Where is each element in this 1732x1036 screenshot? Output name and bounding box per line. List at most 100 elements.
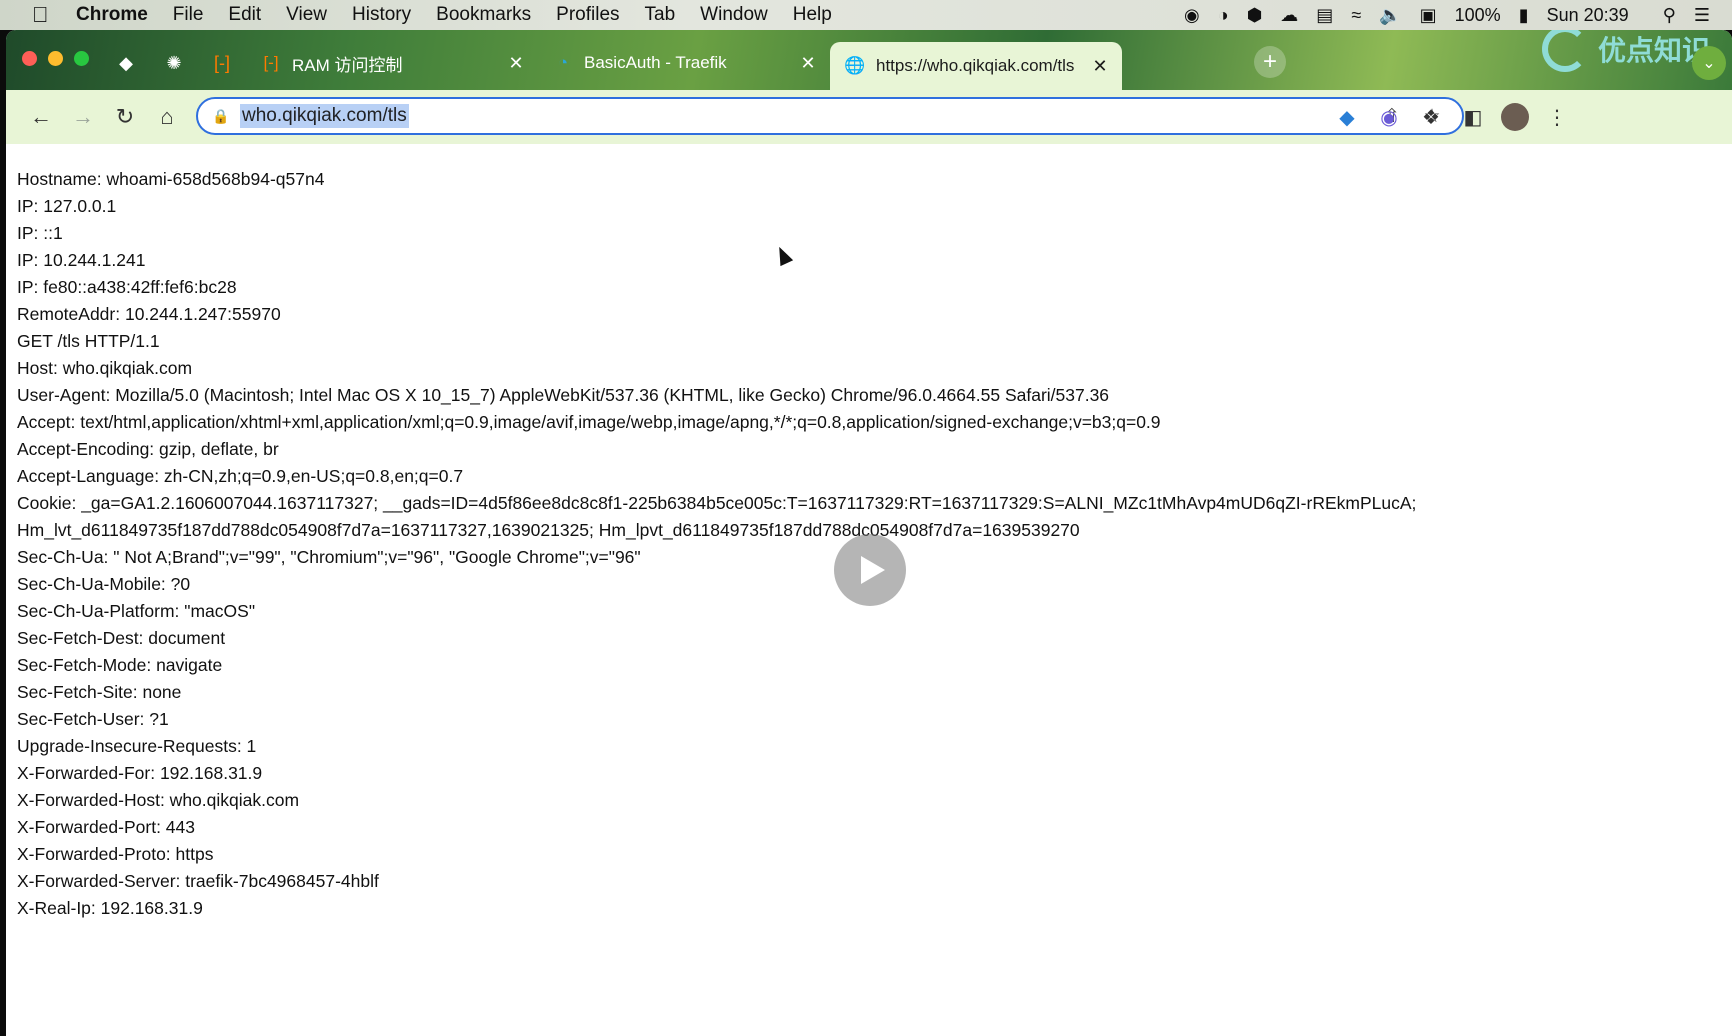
output-line: Accept-Encoding: gzip, deflate, br <box>17 439 279 459</box>
tab-title: BasicAuth - Traefik <box>584 53 727 72</box>
pinned-tab-diamond[interactable]: ◆ <box>104 44 148 82</box>
output-line: X-Forwarded-Host: who.qikqiak.com <box>17 790 300 810</box>
globe-icon: 🌐 <box>844 56 866 75</box>
diamond-icon: ◆ <box>119 52 133 73</box>
volume-icon[interactable]: 🔈 <box>1379 5 1401 26</box>
output-line: RemoteAddr: 10.244.1.247:55970 <box>17 304 281 324</box>
output-line: IP: 127.0.0.1 <box>17 196 117 216</box>
menu-view[interactable]: View <box>286 4 327 26</box>
tab-search-button[interactable]: ⌄ <box>1692 46 1726 80</box>
close-window-button[interactable] <box>22 51 37 66</box>
browser-window: ◆ ✺ [-] [-] RAM 访问控制 ✕ ◔ BasicAuth - Tra… <box>6 30 1732 1036</box>
search-icon[interactable]: ⚲ <box>1663 5 1676 26</box>
play-icon <box>861 556 885 584</box>
tab-title: https://who.qikqiak.com/tls <box>876 56 1075 75</box>
tab-title: RAM 访问控制 <box>292 55 403 75</box>
output-line: X-Forwarded-Port: 443 <box>17 817 195 837</box>
menu-tab[interactable]: Tab <box>645 4 676 26</box>
output-line: X-Forwarded-Server: traefik-7bc4968457-4… <box>17 871 379 891</box>
watermark-ring-icon <box>1542 30 1588 72</box>
more-menu-icon[interactable]: ⋮ <box>1536 96 1578 138</box>
output-line: Accept-Language: zh-CN,zh;q=0.9,en-US;q=… <box>17 466 464 486</box>
control-center-icon[interactable]: ☰ <box>1694 5 1710 26</box>
diamond-extension-icon[interactable]: ◆ <box>1326 96 1368 138</box>
forward-button[interactable]: → <box>62 96 104 138</box>
minimize-window-button[interactable] <box>48 51 63 66</box>
menu-window[interactable]: Window <box>700 4 768 26</box>
output-line: IP: fe80::a438:42ff:fef6:bc28 <box>17 277 237 297</box>
home-button[interactable]: ⌂ <box>146 96 188 138</box>
output-line: Sec-Ch-Ua-Mobile: ?0 <box>17 574 191 594</box>
menu-file[interactable]: File <box>173 4 204 26</box>
avatar[interactable] <box>1501 103 1529 131</box>
output-line: Sec-Fetch-Dest: document <box>17 628 226 648</box>
lock-icon[interactable]: 🔒 <box>212 108 229 125</box>
close-tab-icon[interactable]: ✕ <box>1086 56 1114 77</box>
toolbar: ← → ↻ ⌂ 🔒 who.qikqiak.com/tls ⇧ ☆ ◆ ◉ ❖ … <box>6 90 1732 144</box>
output-line: Upgrade-Insecure-Requests: 1 <box>17 736 257 756</box>
menu-help[interactable]: Help <box>793 4 832 26</box>
output-line: Sec-Fetch-Site: none <box>17 682 182 702</box>
output-line: Hm_lvt_d611849735f187dd788dc054908f7d7a=… <box>17 520 1080 540</box>
output-line: IP: ::1 <box>17 223 63 243</box>
du-icon[interactable]: ▣ <box>1420 5 1437 26</box>
status-area: ◉ ◑ ⬢ ☁ ▤ ≈ 🔈 ▣ 100% ▮ Sun 20:39 ⚲ ☰ <box>1184 0 1732 30</box>
menu-app-name[interactable]: Chrome <box>76 4 148 26</box>
close-tab-icon[interactable]: ✕ <box>794 53 822 74</box>
tab-whoami-active[interactable]: 🌐 https://who.qikqiak.com/tls ✕ <box>830 42 1122 90</box>
vpn-icon[interactable]: ◑ <box>1218 5 1229 26</box>
aliyun-icon: [-] <box>214 52 230 73</box>
battery-percent[interactable]: 100% <box>1455 5 1501 26</box>
wifi-icon[interactable]: ≈ <box>1351 5 1361 26</box>
url-text[interactable]: who.qikqiak.com/tls <box>240 104 409 128</box>
menu-history[interactable]: History <box>352 4 411 26</box>
close-tab-icon[interactable]: ✕ <box>502 53 530 74</box>
zoom-window-button[interactable] <box>74 51 89 66</box>
cloud-icon[interactable]: ☁ <box>1280 5 1298 26</box>
reload-button[interactable]: ↻ <box>104 96 146 138</box>
spark-icon: ✺ <box>166 52 182 73</box>
record-icon[interactable]: ◉ <box>1184 5 1200 26</box>
output-line: Sec-Fetch-User: ?1 <box>17 709 169 729</box>
puzzle-icon[interactable]: ❖ <box>1410 96 1452 138</box>
tab-ram[interactable]: [-] RAM 访问控制 ✕ <box>246 42 538 84</box>
tab-strip: ◆ ✺ [-] [-] RAM 访问控制 ✕ ◔ BasicAuth - Tra… <box>6 30 1732 90</box>
shield-icon[interactable]: ⬢ <box>1247 5 1263 26</box>
output-line: GET /tls HTTP/1.1 <box>17 331 160 351</box>
address-bar[interactable]: 🔒 who.qikqiak.com/tls ⇧ ☆ <box>196 97 1464 135</box>
output-line: IP: 10.244.1.241 <box>17 250 146 270</box>
page-content: Hostname: whoami-658d568b94-q57n4 IP: 127… <box>6 144 1732 1036</box>
output-line: Sec-Ch-Ua: " Not A;Brand";v="99", "Chrom… <box>17 547 641 567</box>
chat-extension-icon[interactable]: ◉ <box>1368 96 1410 138</box>
memory-icon[interactable]: ▤ <box>1316 5 1333 26</box>
plus-icon: + <box>1262 48 1277 75</box>
pinned-tab-aliyun[interactable]: [-] <box>200 44 244 82</box>
traefik-icon: ◔ <box>557 53 569 72</box>
output-line: Cookie: _ga=GA1.2.1606007044.1637117327;… <box>17 493 1417 513</box>
apple-icon[interactable]:  <box>32 2 62 28</box>
output-line: X-Forwarded-Proto: https <box>17 844 214 864</box>
output-line: Host: who.qikqiak.com <box>17 358 193 378</box>
menu-edit[interactable]: Edit <box>228 4 261 26</box>
aliyun-icon: [-] <box>263 53 279 72</box>
output-line: Sec-Fetch-Mode: navigate <box>17 655 223 675</box>
extensions-area: ◆ ◉ ❖ ◧ ⋮ <box>1326 90 1578 144</box>
battery-icon[interactable]: ▮ <box>1519 5 1529 26</box>
output-line: Sec-Ch-Ua-Platform: "macOS" <box>17 601 256 621</box>
video-play-overlay[interactable] <box>834 534 906 606</box>
new-tab-button[interactable]: + <box>1254 46 1286 78</box>
menu-profiles[interactable]: Profiles <box>556 4 619 26</box>
watermark-logo: 优点知识 <box>1542 30 1710 72</box>
tab-traefik[interactable]: ◔ BasicAuth - Traefik ✕ <box>538 42 830 84</box>
output-line: Hostname: whoami-658d568b94-q57n4 <box>17 169 325 189</box>
clock[interactable]: Sun 20:39 <box>1547 5 1629 26</box>
menu-bookmarks[interactable]: Bookmarks <box>436 4 531 26</box>
pinned-tab-spark[interactable]: ✺ <box>152 44 196 82</box>
output-line: X-Forwarded-For: 192.168.31.9 <box>17 763 263 783</box>
macos-menu-bar:  Chrome File Edit View History Bookmark… <box>0 0 1732 30</box>
output-line: Accept: text/html,application/xhtml+xml,… <box>17 412 1161 432</box>
sidepanel-icon[interactable]: ◧ <box>1452 96 1494 138</box>
whoami-output: Hostname: whoami-658d568b94-q57n4 IP: 127… <box>17 166 1416 922</box>
chevron-down-icon: ⌄ <box>1702 55 1716 72</box>
back-button[interactable]: ← <box>20 96 62 138</box>
